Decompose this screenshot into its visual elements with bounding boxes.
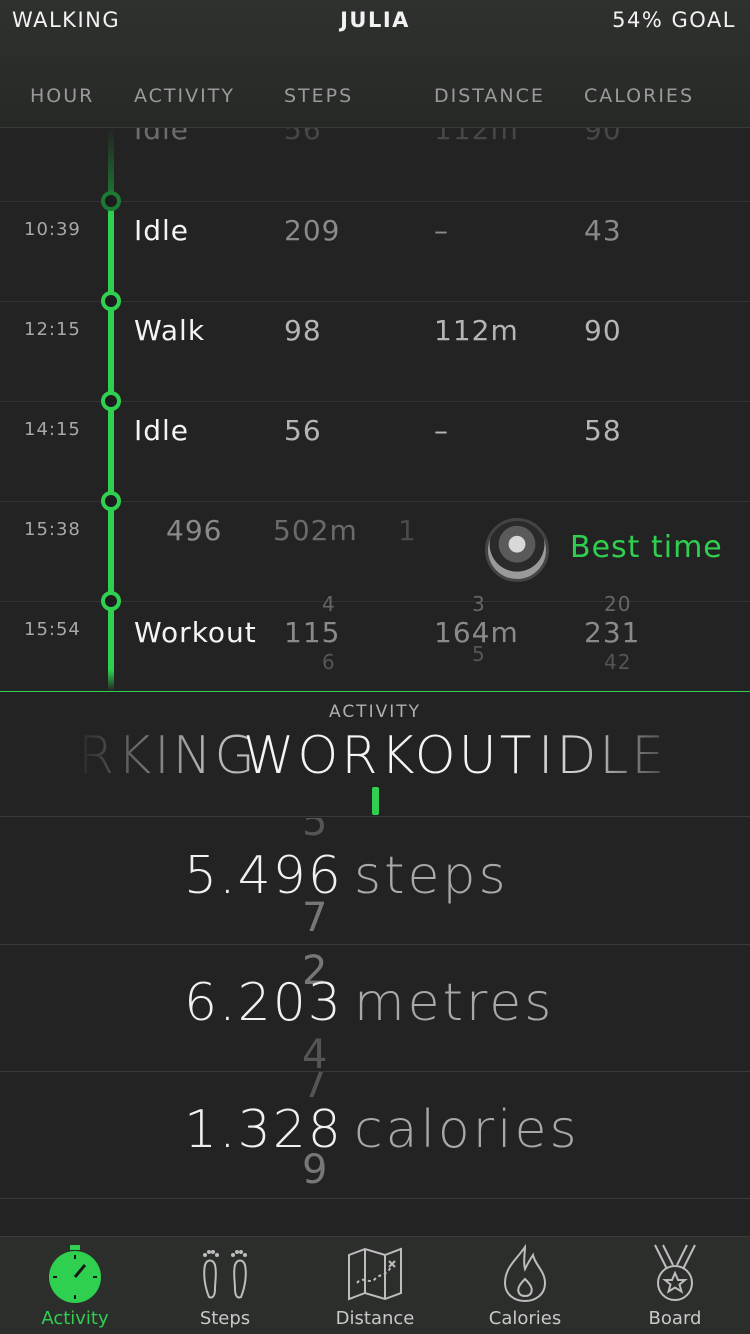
stat-unit: steps <box>354 846 509 906</box>
fade-right <box>580 726 750 786</box>
activity-timeline[interactable]: Idle 56 112m 90 10:39 Idle 209 – 43 12:1… <box>0 128 750 691</box>
row-activity: Walk <box>134 314 206 347</box>
stopwatch-icon <box>49 1245 101 1303</box>
column-header-steps[interactable]: STEPS <box>284 85 353 107</box>
stat-value: 6.203 <box>184 973 343 1033</box>
table-row[interactable]: 14:15 Idle 56 – 58 <box>0 401 750 501</box>
row-calories: 1 <box>398 514 417 547</box>
row-time: 15:38 <box>24 519 81 540</box>
row-steps: 98 <box>284 314 322 347</box>
table-row[interactable]: 12:15 Walk 98 112m 90 <box>0 301 750 401</box>
row-distance: 502m <box>273 514 358 547</box>
stat-calories: 7 1.328 9 calories <box>0 1072 750 1199</box>
row-steps: 209 <box>284 214 341 247</box>
timeline-node[interactable] <box>101 491 121 511</box>
timeline-node[interactable] <box>101 291 121 311</box>
column-header-calories[interactable]: CALORIES <box>584 85 694 107</box>
row-calories: 90 <box>584 128 622 146</box>
medal-icon <box>654 1244 696 1301</box>
roll-digit: 7 <box>302 895 328 941</box>
row-steps: 56 <box>284 128 322 146</box>
row-activity: Idle <box>134 128 190 146</box>
roll-digit: 5 <box>472 642 486 666</box>
row-time: 15:54 <box>24 619 81 640</box>
stat-unit: metres <box>354 973 555 1033</box>
activity-picker[interactable]: ACTIVITY RKING WORKOUT IDLE <box>0 691 750 817</box>
stat-unit: calories <box>354 1100 580 1160</box>
column-header-distance[interactable]: DISTANCE <box>434 85 545 107</box>
nav-calories[interactable]: Calories <box>450 1237 600 1334</box>
roll-digit: 6 <box>322 650 336 674</box>
stat-distance: 2 6.203 4 metres <box>0 945 750 1072</box>
nav-activity[interactable]: Activity <box>0 1237 150 1334</box>
row-time: 10:39 <box>24 219 81 240</box>
column-header-activity[interactable]: ACTIVITY <box>134 85 235 107</box>
roll-digit: 3 <box>472 592 486 616</box>
row-distance: 112m <box>434 128 519 146</box>
fade-left <box>0 726 210 786</box>
nav-board[interactable]: Board <box>600 1237 750 1334</box>
row-calories: 58 <box>584 414 622 447</box>
roll-digit: 42 <box>604 650 632 674</box>
goal-progress[interactable]: 54% GOAL <box>612 8 736 32</box>
picker-options[interactable]: RKING WORKOUT IDLE <box>0 726 750 786</box>
row-distance: – <box>434 214 449 247</box>
roll-digit: 9 <box>302 1147 328 1193</box>
row-steps: 115 <box>284 616 341 649</box>
nav-steps[interactable]: Steps <box>150 1237 300 1334</box>
column-header-hour[interactable]: HOUR <box>30 85 94 107</box>
footprints-icon <box>203 1250 247 1299</box>
row-distance: – <box>434 414 449 447</box>
row-calories: 43 <box>584 214 622 247</box>
row-activity: Idle <box>134 414 190 447</box>
table-row[interactable]: 10:39 Idle 209 – 43 <box>0 201 750 301</box>
picker-label: ACTIVITY <box>328 702 421 722</box>
bottom-nav: Activity Steps Distance Calories Board <box>0 1236 750 1334</box>
picker-option-current[interactable]: WORKOUT <box>243 726 535 786</box>
row-time: 12:15 <box>24 319 81 340</box>
timeline-node[interactable] <box>101 191 121 211</box>
nav-label: Calories <box>488 1308 562 1329</box>
row-calories: 90 <box>584 314 622 347</box>
roll-digit: 4 <box>322 592 336 616</box>
nav-label: Steps <box>199 1308 251 1329</box>
row-activity: Idle <box>134 214 190 247</box>
row-time: 14:15 <box>24 419 81 440</box>
best-time-label[interactable]: Best time <box>570 530 723 565</box>
nav-distance[interactable]: Distance <box>300 1237 450 1334</box>
roll-digit: 5 <box>302 818 328 845</box>
row-steps: 496 <box>166 514 223 547</box>
flame-icon <box>503 1243 547 1303</box>
table-row[interactable]: 15:54 Workout 115 4 6 164m 3 5 231 20 42 <box>0 592 750 691</box>
stat-steps: 5 5.496 7 steps <box>0 818 750 945</box>
timeline-node[interactable] <box>101 591 121 611</box>
table-row-partial[interactable]: Idle 56 112m 90 <box>0 128 750 201</box>
nav-label: Distance <box>335 1308 415 1329</box>
top-header: WALKING JULIA 54% GOAL HOUR ACTIVITY STE… <box>0 0 750 128</box>
roll-digit: 20 <box>604 592 632 616</box>
timeline-node[interactable] <box>101 391 121 411</box>
map-icon <box>348 1247 402 1301</box>
roll-digit: 4 <box>302 1032 328 1072</box>
picker-indicator <box>372 787 379 815</box>
row-calories: 231 <box>584 616 641 649</box>
row-steps: 56 <box>284 414 322 447</box>
nav-label: Board <box>648 1308 702 1329</box>
avatar[interactable] <box>485 518 549 582</box>
row-distance: 112m <box>434 314 519 347</box>
nav-label: Activity <box>41 1308 109 1329</box>
row-activity: Workout <box>134 616 257 649</box>
